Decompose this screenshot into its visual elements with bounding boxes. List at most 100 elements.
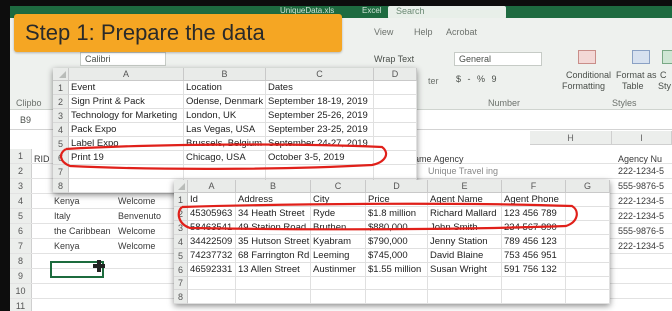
row-number[interactable]: 2 [174,207,188,221]
agent-phone-cell[interactable]: 753 456 951 [502,249,566,263]
col-header-c[interactable]: C [311,180,366,193]
empty-cell[interactable] [311,290,366,304]
col-header-b[interactable]: B [236,180,311,193]
row-number[interactable]: 3 [53,109,69,123]
col-header-d[interactable]: D [374,68,417,81]
empty-cell[interactable] [374,137,417,151]
empty-cell[interactable] [374,81,417,95]
dates-cell[interactable]: September 25-26, 2019 [266,109,374,123]
location-cell[interactable]: Chicago, USA [184,151,266,165]
bg-row-number[interactable]: 11 [10,299,32,311]
col-header-e[interactable]: E [428,180,502,193]
empty-cell[interactable] [502,277,566,290]
id-cell[interactable]: 74237732 [188,249,236,263]
event-cell[interactable]: Label Expo [69,137,184,151]
city-cell[interactable]: Kyabram [311,235,366,249]
event-cell[interactable]: Event [69,81,184,95]
row-number[interactable]: 4 [174,235,188,249]
row-number[interactable]: 6 [174,263,188,277]
empty-cell[interactable] [374,109,417,123]
number-format-box[interactable]: General [454,52,542,66]
event-cell[interactable]: Pack Expo [69,123,184,137]
bg-col-header-h[interactable]: H [530,131,612,145]
empty-cell[interactable] [236,277,311,290]
location-cell[interactable]: Odense, Denmark [184,95,266,109]
price-cell[interactable]: $745,000 [366,249,428,263]
row-number[interactable]: 1 [174,193,188,207]
row-number[interactable]: 5 [174,249,188,263]
empty-cell[interactable] [366,277,428,290]
empty-cell[interactable] [69,179,184,193]
price-cell[interactable]: $790,000 [366,235,428,249]
agent-name-cell[interactable]: David Blaine [428,249,502,263]
id-cell[interactable]: 46592331 [188,263,236,277]
agent-name-cell[interactable]: Richard Mallard [428,207,502,221]
price-cell[interactable]: $880,000 [366,221,428,235]
address-cell[interactable]: 68 Farrington Rd [236,249,311,263]
agent-name-cell[interactable]: John Smith [428,221,502,235]
row-number[interactable]: 5 [53,137,69,151]
agent-phone-cell[interactable]: 789 456 123 [502,235,566,249]
empty-cell[interactable] [566,263,610,277]
city-cell[interactable]: Ryde [311,207,366,221]
dates-cell[interactable]: September 18-19, 2019 [266,95,374,109]
conditional-formatting-icon[interactable] [578,50,596,64]
agent-phone-cell[interactable]: Agent Phone [502,193,566,207]
format-as-table-label-2[interactable]: Table [622,81,644,91]
event-cell[interactable]: Sign Print & Pack [69,95,184,109]
row-number[interactable]: 7 [53,165,69,179]
empty-cell[interactable] [236,290,311,304]
price-cell[interactable]: $1.55 million [366,263,428,277]
tab-view[interactable]: View [374,27,393,37]
select-all-corner[interactable] [53,68,69,81]
empty-cell[interactable] [428,277,502,290]
number-symbols[interactable]: $ - % 9 [456,74,499,84]
empty-cell[interactable] [374,123,417,137]
row-number[interactable]: 8 [174,290,188,304]
empty-cell[interactable] [566,277,610,290]
col-header-f[interactable]: F [502,180,566,193]
dates-cell[interactable]: September 24-27, 2019 [266,137,374,151]
row-number[interactable]: 2 [53,95,69,109]
empty-cell[interactable] [188,277,236,290]
empty-cell[interactable] [374,151,417,165]
empty-cell[interactable] [184,165,266,179]
dates-cell[interactable]: Dates [266,81,374,95]
address-cell[interactable]: 34 Heath Street [236,207,311,221]
col-header-b[interactable]: B [184,68,266,81]
bg-col-header-i[interactable]: I [612,131,672,145]
font-name-box[interactable]: Calibri [80,52,166,66]
empty-cell[interactable] [566,249,610,263]
city-cell[interactable]: Bruthen [311,221,366,235]
city-cell[interactable]: Leeming [311,249,366,263]
row-number[interactable]: 6 [53,151,69,165]
id-cell[interactable]: 34422509 [188,235,236,249]
format-as-table-icon[interactable] [632,50,650,64]
empty-cell[interactable] [266,165,374,179]
agent-name-cell[interactable]: Susan Wright [428,263,502,277]
address-cell[interactable]: Address [236,193,311,207]
row-number[interactable]: 4 [53,123,69,137]
agent-phone-cell[interactable]: 591 756 132 [502,263,566,277]
format-as-table-label-1[interactable]: Format as [616,70,657,80]
empty-cell[interactable] [566,207,610,221]
city-cell[interactable]: Austinmer [311,263,366,277]
address-cell[interactable]: 49 Station Road [236,221,311,235]
agent-name-cell[interactable]: Agent Name [428,193,502,207]
col-header-d[interactable]: D [366,180,428,193]
row-number[interactable]: 7 [174,277,188,290]
empty-cell[interactable] [566,290,610,304]
location-cell[interactable]: Location [184,81,266,95]
empty-cell[interactable] [188,290,236,304]
empty-cell[interactable] [366,290,428,304]
city-cell[interactable]: City [311,193,366,207]
address-cell[interactable]: 35 Hutson Street [236,235,311,249]
empty-cell[interactable] [428,290,502,304]
event-cell[interactable]: Print 19 [69,151,184,165]
address-cell[interactable]: 13 Allen Street [236,263,311,277]
select-all-corner[interactable] [174,180,188,193]
row-number[interactable]: 3 [174,221,188,235]
tab-acrobat[interactable]: Acrobat [446,27,477,37]
empty-cell[interactable] [69,165,184,179]
id-cell[interactable]: 45305963 [188,207,236,221]
